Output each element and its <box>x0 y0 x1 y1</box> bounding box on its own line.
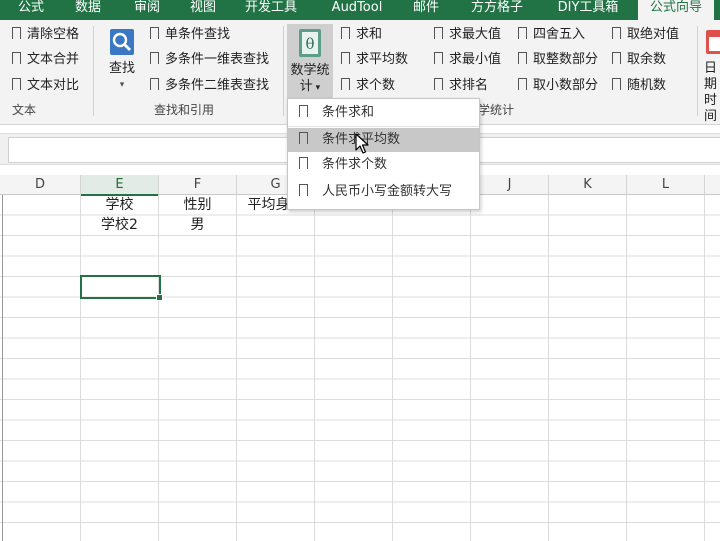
grid-line <box>392 195 393 541</box>
bookmark-icon <box>434 52 443 67</box>
column-header-d[interactable]: D <box>0 175 81 195</box>
tab-formulas[interactable]: 公式 <box>6 0 56 20</box>
bookmark-icon <box>150 27 159 42</box>
clear-spaces-button[interactable]: 清除空格 <box>12 25 79 45</box>
bookmark-icon <box>518 27 527 42</box>
menu-item-conditional-count[interactable]: 条件求个数 <box>288 153 479 177</box>
column-header-f[interactable]: F <box>159 175 237 195</box>
bookmark-icon <box>341 78 350 93</box>
bookmark-icon <box>434 78 443 93</box>
math-statistics-dropdown: 条件求和 条件求平均数 条件求个数 人民币小写金额转大写 <box>287 98 480 210</box>
multi-condition-2d-lookup-button[interactable]: 多条件二维表查找 <box>150 76 269 96</box>
grid-line <box>158 195 159 541</box>
column-header-j[interactable]: J <box>471 175 549 195</box>
single-condition-lookup-button[interactable]: 单条件查找 <box>150 25 230 45</box>
selected-cell[interactable] <box>80 275 161 299</box>
bookmark-icon <box>612 52 621 67</box>
bookmark-icon <box>299 132 308 147</box>
tab-data[interactable]: 数据 <box>62 0 114 20</box>
integer-part-button[interactable]: 取整数部分 <box>518 50 598 70</box>
math-statistics-button[interactable]: θ 数学统 计 ▾ <box>287 24 333 98</box>
tab-developer[interactable]: 开发工具 <box>238 0 304 20</box>
count-button[interactable]: 求个数 <box>341 76 395 96</box>
bookmark-icon <box>612 27 621 42</box>
multi-condition-1d-lookup-button[interactable]: 多条件一维表查找 <box>150 50 269 70</box>
lookup-button[interactable]: 查找 ▾ <box>104 28 140 93</box>
svg-text:θ: θ <box>305 35 314 53</box>
bookmark-icon <box>299 184 308 199</box>
tab-formula-wizard[interactable]: 公式向导 <box>638 0 714 20</box>
cell-e-school-header[interactable]: 学校 <box>81 195 158 215</box>
group-label-math-statistics: 学统计 <box>478 103 515 117</box>
ribbon-separator <box>283 26 284 116</box>
bookmark-icon <box>299 157 308 172</box>
tab-mailings[interactable]: 邮件 <box>404 0 448 20</box>
grid-line <box>626 195 627 541</box>
date-time-button[interactable]: 日期 时间 <box>702 28 720 125</box>
theta-formula-icon: θ <box>299 29 321 57</box>
grid-line <box>548 195 549 541</box>
decimal-part-button[interactable]: 取小数部分 <box>518 76 598 96</box>
bookmark-icon <box>518 78 527 93</box>
bookmark-icon <box>612 78 621 93</box>
absolute-value-button[interactable]: 取绝对值 <box>612 25 679 45</box>
max-button[interactable]: 求最大值 <box>434 25 501 45</box>
bookmark-icon <box>150 52 159 67</box>
menu-item-conditional-sum[interactable]: 条件求和 <box>288 101 479 125</box>
round-button[interactable]: 四舍五入 <box>518 25 585 45</box>
rank-button[interactable]: 求排名 <box>434 76 488 96</box>
mouse-cursor-icon <box>355 133 369 154</box>
menu-item-rmb-to-uppercase[interactable]: 人民币小写金额转大写 <box>288 180 479 204</box>
calendar-icon <box>706 30 720 54</box>
cell-f-gender-header[interactable]: 性别 <box>159 195 236 215</box>
tab-diy-toolbox[interactable]: DIY工具箱 <box>548 0 628 20</box>
lookup-icon <box>110 29 134 55</box>
tab-audtool[interactable]: AudTool <box>322 0 392 20</box>
random-number-button[interactable]: 随机数 <box>612 76 666 96</box>
text-merge-button[interactable]: 文本合并 <box>12 50 79 70</box>
group-label-lookup: 查找和引用 <box>154 103 215 117</box>
chevron-down-icon: ▾ <box>312 83 321 93</box>
average-button[interactable]: 求平均数 <box>341 50 408 70</box>
bookmark-icon <box>150 78 159 93</box>
bookmark-icon <box>12 78 21 93</box>
tab-review[interactable]: 审阅 <box>122 0 172 20</box>
bookmark-icon <box>341 27 350 42</box>
ribbon-separator <box>697 26 698 116</box>
tab-fangfang[interactable]: 方方格子 <box>462 0 532 20</box>
bookmark-icon <box>299 105 308 120</box>
bookmark-icon <box>12 52 21 67</box>
grid-line <box>236 195 237 541</box>
ribbon-tab-bar: 公式 数据 审阅 视图 开发工具 AudTool 邮件 方方格子 DIY工具箱 … <box>0 0 720 20</box>
column-header-partial <box>705 175 720 195</box>
chevron-down-icon: ▾ <box>119 80 125 90</box>
grid-line <box>704 195 705 541</box>
text-compare-button[interactable]: 文本对比 <box>12 76 79 96</box>
grid-line <box>470 195 471 541</box>
cell-e-school-value[interactable]: 学校2 <box>81 215 158 235</box>
column-header-e[interactable]: E <box>81 175 159 196</box>
grid-line <box>2 195 3 541</box>
grid-line <box>314 195 315 541</box>
column-header-l[interactable]: L <box>627 175 705 195</box>
worksheet-grid[interactable] <box>0 195 720 541</box>
bookmark-icon <box>341 52 350 67</box>
bookmark-icon <box>12 27 21 42</box>
ribbon-separator <box>93 26 94 116</box>
column-header-k[interactable]: K <box>549 175 627 195</box>
remainder-button[interactable]: 取余数 <box>612 50 666 70</box>
grid-line <box>80 195 81 541</box>
bookmark-icon <box>434 27 443 42</box>
menu-item-conditional-average[interactable]: 条件求平均数 <box>288 128 479 152</box>
fill-handle[interactable] <box>156 294 163 301</box>
cell-f-gender-value[interactable]: 男 <box>159 215 236 235</box>
group-label-text: 文本 <box>12 103 37 117</box>
bookmark-icon <box>518 52 527 67</box>
min-button[interactable]: 求最小值 <box>434 50 501 70</box>
tab-view[interactable]: 视图 <box>178 0 228 20</box>
sum-button[interactable]: 求和 <box>341 25 382 45</box>
menu-divider <box>288 126 479 127</box>
